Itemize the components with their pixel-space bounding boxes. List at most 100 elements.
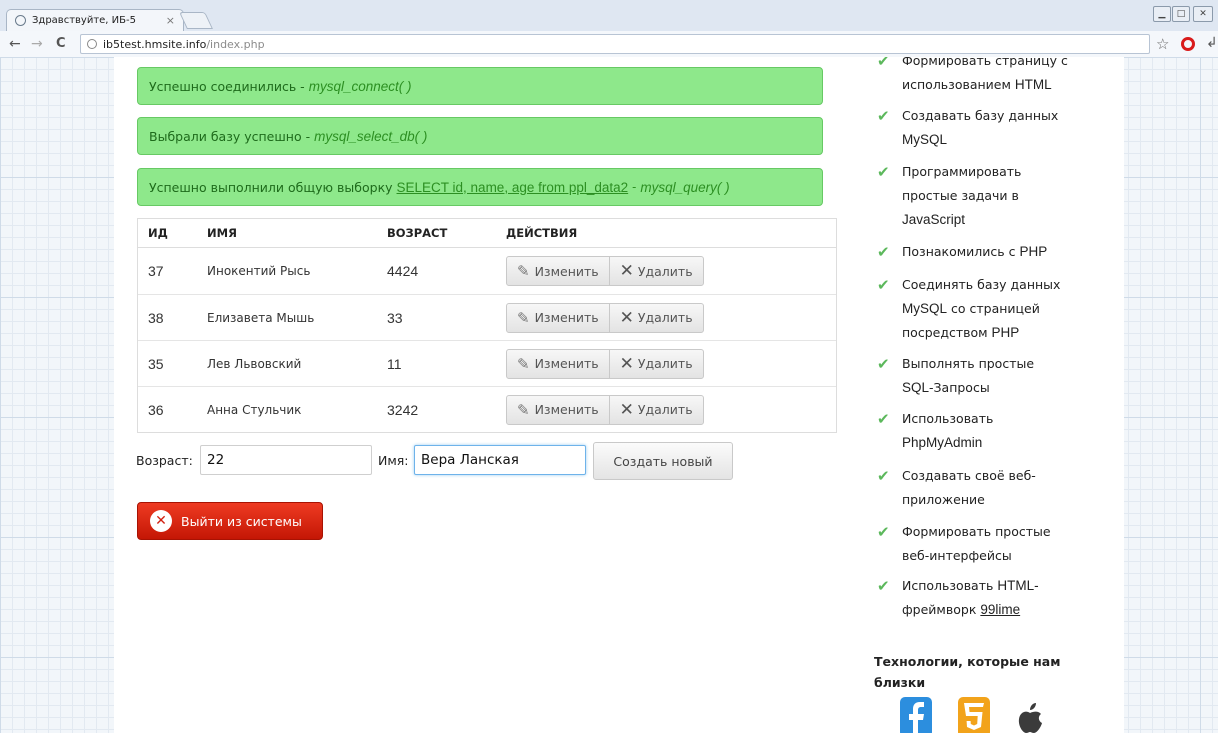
edit-button[interactable]: ✎ Изменить: [507, 257, 609, 285]
skill-text: Познакомились с PHP: [902, 244, 1048, 259]
name-input[interactable]: [414, 445, 586, 475]
table-row: 37 Инокентий Рысь 4424 ✎ Изменить ✕ Удалит…: [138, 248, 836, 294]
skill-text: Создавать базу данных MySQL: [902, 108, 1059, 147]
cell-id: 36: [148, 401, 164, 418]
cell-actions: ✎ Изменить ✕ Удалить: [496, 348, 836, 379]
skill-item: ✔ Создавать базу данных MySQL: [877, 104, 1107, 152]
age-label: Возраст:: [136, 453, 193, 468]
cell-actions: ✎ Изменить ✕ Удалить: [496, 256, 836, 286]
skill-item: ✔ Использовать PhpMyAdmin: [877, 407, 1107, 455]
cell-id: 38: [148, 309, 164, 326]
cell-name: Инокентий Рысь: [207, 264, 311, 278]
remove-icon: ✕: [619, 261, 634, 281]
delete-label: Удалить: [637, 402, 693, 417]
edit-button[interactable]: ✎ Изменить: [507, 396, 609, 424]
header-actions: ДЕЙСТВИЯ: [506, 226, 578, 240]
alert-separator: -: [632, 180, 637, 194]
check-icon: ✔: [877, 243, 890, 261]
skill-text: Использовать PhpMyAdmin: [902, 411, 994, 450]
new-tab-button[interactable]: [179, 12, 213, 29]
pencil-icon: ✎: [517, 308, 530, 327]
edit-label: Изменить: [534, 263, 599, 279]
globe-icon: [87, 39, 97, 49]
edit-label: Изменить: [534, 356, 599, 371]
wrench-icon[interactable]: ↲: [1206, 35, 1218, 51]
table-row: 38 Елизавета Мышь 33 ✎ Изменить ✕ Удалить: [138, 294, 836, 340]
cell-id: 37: [148, 263, 164, 279]
html5-icon[interactable]: [958, 697, 990, 733]
cell-age: 33: [387, 309, 403, 326]
alert-query: Успешно выполнили общую выборку SELECT i…: [137, 168, 823, 206]
minimize-button[interactable]: ▁: [1153, 6, 1171, 22]
check-icon: ✔: [877, 163, 890, 181]
alert-sql-link[interactable]: SELECT id, name, age from ppl_data2: [397, 180, 629, 195]
pencil-icon: ✎: [517, 354, 530, 373]
apple-icon[interactable]: [1014, 697, 1046, 733]
table-row: 36 Анна Стульчик 3242 ✎ Изменить ✕ Удалить: [138, 386, 836, 432]
skill-text: Выполнять простые SQL-Запросы: [902, 356, 1035, 395]
browser-chrome: Здравствуйте, ИБ-5 × ▁ □ ✕ ← → C ib5test…: [0, 0, 1218, 57]
facebook-icon[interactable]: [900, 697, 932, 733]
tab-title: Здравствуйте, ИБ-5: [32, 15, 136, 26]
maximize-button[interactable]: □: [1172, 6, 1190, 22]
alert-connect: Успешно соединились - mysql_connect( ): [137, 67, 823, 105]
bookmark-star-icon[interactable]: ☆: [1156, 35, 1169, 53]
remove-icon: ✕: [619, 307, 634, 328]
delete-button[interactable]: ✕ Удалить: [608, 257, 703, 285]
alert-function: mysql_connect( ): [308, 78, 412, 94]
cell-name: Лев Львовский: [207, 356, 302, 371]
table-header-row: ИД ИМЯ ВОЗРАСТ ДЕЙСТВИЯ: [138, 219, 836, 248]
skill-text: Формировать простые веб-интерфейсы: [902, 524, 1051, 563]
header-id: ИД: [148, 226, 168, 240]
edit-button[interactable]: ✎ Изменить: [507, 350, 609, 378]
page-favicon-icon: [15, 15, 26, 26]
delete-button[interactable]: ✕ Удалить: [608, 303, 703, 332]
close-window-button[interactable]: ✕: [1193, 6, 1213, 22]
opera-extension-icon[interactable]: [1181, 37, 1195, 51]
url-host: ib5test.hmsite.info: [103, 37, 207, 51]
back-arrow-icon[interactable]: ←: [9, 36, 21, 52]
skill-item: ✔ Познакомились с PHP: [877, 240, 1107, 264]
header-age: ВОЗРАСТ: [387, 226, 448, 240]
check-icon: ✔: [877, 355, 890, 373]
forward-arrow-icon[interactable]: →: [31, 36, 43, 52]
header-name: ИМЯ: [207, 226, 237, 240]
skill-item: ✔ Создавать своё веб-приложение: [877, 464, 1107, 512]
delete-button[interactable]: ✕ Удалить: [608, 395, 703, 424]
skill-text: Создавать своё веб-приложение: [902, 468, 1036, 507]
cell-actions: ✎ Изменить ✕ Удалить: [496, 394, 836, 425]
alert-text: Выбрали базу успешно -: [149, 128, 311, 144]
check-icon: ✔: [877, 107, 890, 125]
reload-icon[interactable]: C: [56, 36, 66, 52]
age-input[interactable]: [200, 445, 372, 475]
browser-tab[interactable]: Здравствуйте, ИБ-5 ×: [6, 9, 184, 31]
skill-text: Формировать страницу с использованием HTM…: [902, 57, 1068, 92]
logout-button[interactable]: ✕ Выйти из системы: [137, 502, 323, 540]
browser-toolbar: ← → C ib5test.hmsite.info /index.php: [0, 31, 1218, 57]
check-icon: ✔: [877, 467, 890, 485]
tab-close-icon[interactable]: ×: [166, 14, 175, 27]
delete-button[interactable]: ✕ Удалить: [608, 349, 703, 378]
delete-label: Удалить: [637, 310, 693, 325]
skill-item: ✔ Формировать простые веб-интерфейсы: [877, 520, 1107, 568]
address-bar[interactable]: ib5test.hmsite.info /index.php: [80, 34, 1150, 54]
edit-button[interactable]: ✎ Изменить: [507, 304, 609, 332]
alert-text: Успешно соединились -: [149, 78, 305, 94]
cell-name: Елизавета Мышь: [207, 310, 315, 325]
cell-id: 35: [148, 355, 164, 372]
remove-icon: ✕: [619, 399, 634, 420]
skill-item: ✔ Программировать простые задачи в JavaSc…: [877, 160, 1107, 232]
check-icon: ✔: [877, 577, 890, 595]
close-circle-icon: ✕: [150, 510, 172, 532]
skill-text: Программировать простые задачи в JavaScri…: [902, 164, 1022, 227]
create-new-button[interactable]: Создать новый: [593, 442, 733, 480]
table-row: 35 Лев Львовский 11 ✎ Изменить ✕ Удалить: [138, 340, 836, 386]
url-path: /index.php: [206, 37, 265, 51]
check-icon: ✔: [877, 276, 890, 294]
row-actions: ✎ Изменить ✕ Удалить: [506, 394, 704, 425]
skill-text: Соединять базу данных MySQL со страницей…: [902, 277, 1061, 340]
row-actions: ✎ Изменить ✕ Удалить: [506, 256, 704, 286]
framework-link[interactable]: 99lime: [980, 602, 1020, 617]
content-area: Успешно соединились - mysql_connect( ) В…: [114, 57, 1124, 733]
cell-age: 11: [387, 355, 402, 372]
